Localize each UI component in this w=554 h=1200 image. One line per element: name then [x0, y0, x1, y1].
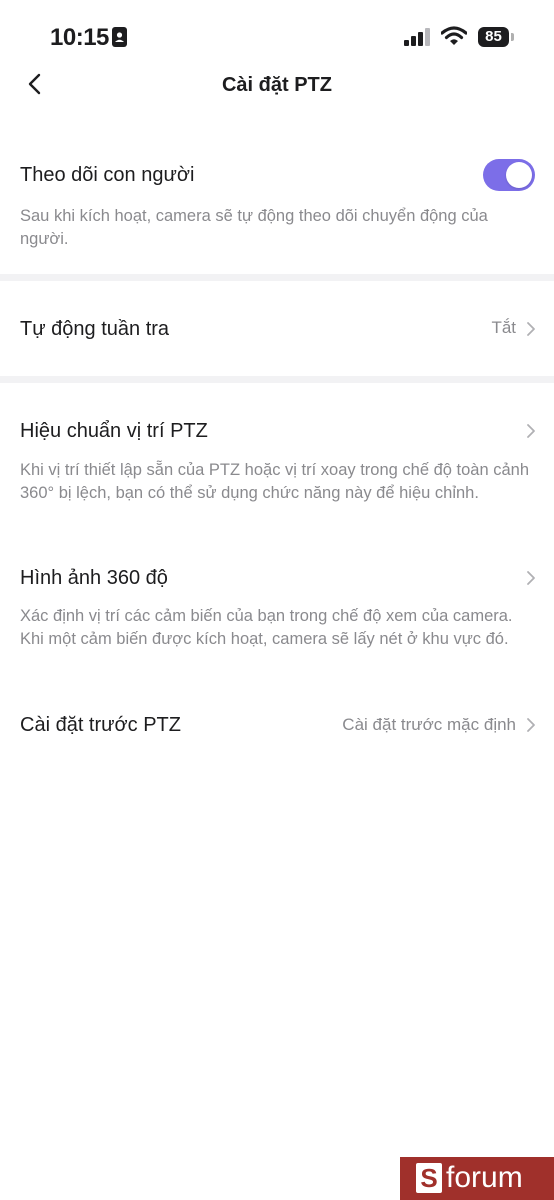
- status-time: 10:15: [50, 24, 109, 51]
- sforum-watermark: S forum: [400, 1157, 554, 1200]
- sforum-watermark-text: forum: [446, 1161, 523, 1194]
- battery-cap: [511, 33, 514, 41]
- auto-patrol-value: Tắt: [491, 318, 516, 337]
- chevron-right-icon: [527, 718, 535, 732]
- ptz-presets-title: Cài đặt trước PTZ: [20, 714, 181, 736]
- chevron-right-icon: [527, 571, 535, 585]
- chevron-right-icon: [527, 424, 535, 438]
- image-360-description: Xác định vị trí các cảm biến của bạn tro…: [20, 607, 513, 648]
- human-tracking-toggle[interactable]: [483, 159, 535, 191]
- ptz-calibration-title: Hiệu chuẩn vị trí PTZ: [20, 420, 208, 442]
- human-tracking-title: Theo dõi con người: [20, 164, 195, 186]
- cellular-signal-icon: [404, 28, 430, 46]
- section-divider: [0, 274, 554, 281]
- chevron-right-icon: [527, 322, 535, 336]
- ptz-presets-value: Cài đặt trước mặc định: [342, 715, 516, 734]
- battery-indicator: 85: [478, 27, 509, 47]
- section-divider: [0, 376, 554, 383]
- wifi-icon: [441, 26, 467, 45]
- sforum-logo-icon: S: [416, 1163, 442, 1193]
- ptz-settings-screen: 10:15 85 Cài đặt PTZ Theo dõi con người: [0, 0, 554, 1200]
- page-title: Cài đặt PTZ: [221, 74, 332, 96]
- image-360-title: Hình ảnh 360 độ: [20, 567, 168, 589]
- status-bar: 10:15 85: [0, 0, 554, 62]
- contact-card-icon: [112, 27, 127, 47]
- sforum-logo-letter: S: [420, 1163, 438, 1193]
- toggle-knob: [506, 162, 532, 188]
- auto-patrol-title: Tự động tuần tra: [20, 318, 170, 340]
- ptz-calibration-description: Khi vị trí thiết lập sẵn của PTZ hoặc vị…: [20, 461, 530, 502]
- human-tracking-description: Sau khi kích hoạt, camera sẽ tự động the…: [20, 207, 488, 248]
